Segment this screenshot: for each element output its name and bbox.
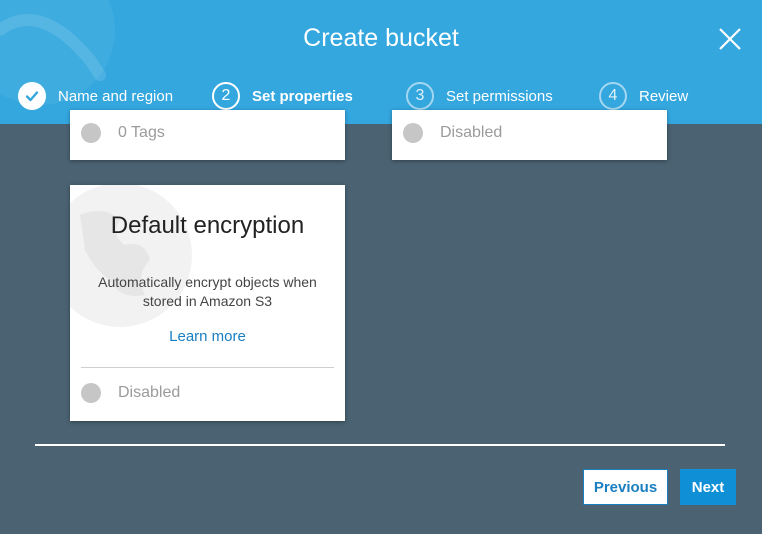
status-text: 0 Tags [118, 124, 165, 141]
default-encryption-card[interactable]: Default encryption Automatically encrypt… [70, 185, 345, 421]
step-number: 2 [212, 82, 240, 110]
status-text: Disabled [440, 124, 503, 141]
status-text: Disabled [118, 384, 181, 401]
wizard-steps: Name and region 2 Set properties 3 Set p… [0, 80, 762, 112]
card-divider [81, 367, 334, 368]
status-dot-icon [81, 383, 101, 403]
tags-card[interactable]: 0 Tags [70, 110, 345, 160]
globe-watermark-icon [70, 185, 192, 327]
card-title: Default encryption [110, 212, 305, 239]
step-set-permissions[interactable]: 3 Set permissions [406, 80, 553, 112]
dialog-header: Create bucket Name and region 2 Set prop… [0, 0, 762, 124]
step-review[interactable]: 4 Review [599, 80, 688, 112]
step-label: Set permissions [446, 87, 553, 105]
property-status: Disabled [403, 123, 502, 143]
status-dot-icon [403, 123, 423, 143]
footer-divider [35, 444, 725, 446]
step-number: 4 [599, 82, 627, 110]
step-name-and-region[interactable]: Name and region [18, 80, 173, 112]
close-icon[interactable] [716, 25, 744, 53]
previous-button[interactable]: Previous [583, 469, 668, 505]
tags-status: 0 Tags [81, 123, 165, 143]
property-card[interactable]: Disabled [392, 110, 667, 160]
card-description: Automatically encrypt objects when store… [98, 274, 317, 309]
step-label: Name and region [58, 87, 174, 105]
step-set-properties[interactable]: 2 Set properties [212, 80, 353, 112]
dialog-title: Create bucket [303, 24, 459, 52]
step-label: Set properties [252, 87, 353, 105]
step-label: Review [639, 87, 689, 105]
learn-more-link[interactable]: Learn more [70, 328, 345, 345]
step-number: 3 [406, 82, 434, 110]
next-button[interactable]: Next [680, 469, 736, 505]
encryption-status: Disabled [81, 383, 180, 403]
status-dot-icon [81, 123, 101, 143]
check-icon [18, 82, 46, 110]
